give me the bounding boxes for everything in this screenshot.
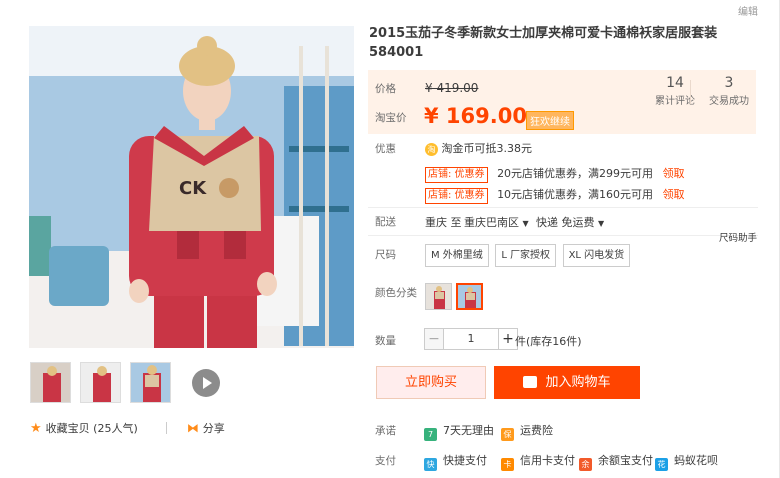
size-helper-link[interactable]: 尺码助手 — [719, 230, 757, 244]
coin-icon: 淘 — [425, 142, 438, 156]
promise-7day-label: 7天无理由 — [443, 424, 494, 437]
destination-value: 重庆巴南区 — [464, 216, 519, 229]
payment-quick: 快快捷支付 — [424, 452, 487, 471]
payment-huabei: 花蚂蚁花呗 — [655, 452, 718, 471]
dropdown-icon: ▼ — [598, 219, 605, 228]
price-box: 价格 ¥ 419.00 淘宝价 ¥ 169.00 狂欢继续 14 累计评论 3 … — [368, 70, 756, 134]
claim-coupon-link[interactable]: 领取 — [663, 188, 685, 201]
payment-credit: 卡信用卡支付 — [501, 452, 575, 471]
stock-text: 件(库存16件) — [515, 335, 582, 348]
dropdown-icon: ▼ — [522, 219, 529, 228]
stat-separator — [690, 80, 691, 104]
thumbnail-strip — [30, 362, 220, 403]
coin-text: 淘金币可抵 — [441, 142, 497, 155]
quantity-label: 数量 — [375, 335, 396, 347]
share-button[interactable]: 分享 — [203, 420, 225, 436]
favorite-share-bar: ★ 收藏宝贝 (25人气) ⧓ 分享 — [30, 420, 225, 436]
shipping-value: 快递 免运费 — [536, 216, 595, 229]
review-count-label: 累计评论 — [655, 96, 695, 107]
payment-yuebao: 余余额宝支付 — [579, 452, 653, 471]
review-count[interactable]: 14 累计评论 — [650, 74, 700, 107]
credit-card-icon: 卡 — [501, 458, 514, 471]
divider — [368, 235, 758, 236]
favorite-label: 收藏宝贝 — [45, 422, 90, 435]
promo-tag: 狂欢继续 — [526, 111, 574, 130]
sales-count-number: 3 — [724, 75, 734, 91]
payment-credit-label: 信用卡支付 — [520, 454, 575, 467]
review-count-number: 14 — [666, 75, 684, 91]
separator — [165, 422, 167, 434]
color-option-selected[interactable] — [456, 283, 483, 310]
play-video-button[interactable] — [192, 368, 220, 397]
quantity-row: 数量 − 1 + 件(库存16件) — [368, 328, 758, 352]
size-row: 尺码 M 外棉里绒 L 厂家授权 XL 闪电发货 — [368, 244, 758, 270]
coupon-tag: 店铺: 优惠券 — [425, 188, 488, 204]
share-icon: ⧓ — [186, 421, 199, 435]
payment-label: 支付 — [375, 455, 396, 467]
sale-price: ¥ 169.00 — [424, 104, 527, 128]
star-icon: ★ — [30, 420, 42, 436]
seven-day-icon: 7 — [424, 428, 437, 441]
color-row: 颜色分类 — [368, 283, 758, 313]
yuebao-icon: 余 — [579, 458, 592, 471]
promise-7day[interactable]: 7 7天无理由 — [424, 422, 494, 441]
product-title: 2015玉茄子冬季新款女士加厚夹棉可爱卡通棉袄家居服套装584001 — [369, 26, 718, 60]
main-product-photo[interactable]: CK — [29, 26, 354, 348]
sales-count: 3 交易成功 — [704, 74, 754, 107]
promise-label: 承诺 — [375, 425, 396, 437]
destination-select[interactable]: 重庆巴南区 ▼ — [464, 214, 529, 230]
color-option[interactable] — [425, 283, 452, 310]
sale-price-label: 淘宝价 — [375, 112, 407, 124]
delivery-from: 重庆 至 — [425, 216, 462, 229]
thumbnail[interactable] — [130, 362, 171, 403]
quick-pay-icon: 快 — [424, 458, 437, 471]
original-price: ¥ 419.00 — [425, 81, 479, 95]
buy-now-button[interactable]: 立即购买 — [376, 366, 486, 399]
thumbnail[interactable] — [30, 362, 71, 403]
cart-icon — [523, 376, 538, 388]
coupon-text: 20元店铺优惠券，满299元可用 — [497, 167, 654, 180]
coin-offer: 淘 淘金币可抵3.38元 — [425, 140, 532, 156]
delivery-label: 配送 — [375, 216, 396, 228]
quantity-stepper: − 1 + — [424, 328, 518, 350]
size-option-m[interactable]: M 外棉里绒 — [425, 244, 489, 267]
payment-huabei-label: 蚂蚁花呗 — [674, 454, 718, 467]
favorite-count: (25人气) — [93, 422, 138, 435]
payment-yuebao-label: 余额宝支付 — [598, 454, 653, 467]
promo-label: 优惠 — [375, 143, 396, 155]
edit-link[interactable]: 编辑 — [738, 3, 758, 18]
shipping-select[interactable]: 快递 免运费 ▼ — [536, 214, 604, 230]
price-label: 价格 — [375, 83, 396, 95]
size-option-l[interactable]: L 厂家授权 — [495, 244, 557, 267]
coupon-tag: 店铺: 优惠券 — [425, 167, 488, 183]
coupon-text: 10元店铺优惠券，满160元可用 — [497, 188, 654, 201]
promise-insurance-label: 运费险 — [520, 424, 553, 437]
size-option-xl[interactable]: XL 闪电发货 — [562, 244, 631, 267]
add-to-cart-button[interactable]: 加入购物车 — [494, 366, 640, 399]
promise-shipping-insurance[interactable]: 保运费险 — [501, 422, 553, 441]
divider — [368, 207, 758, 208]
insurance-icon: 保 — [501, 428, 514, 441]
payment-quick-label: 快捷支付 — [443, 454, 487, 467]
thumbnail[interactable] — [80, 362, 121, 403]
product-page: 编辑 CK ★ 收藏宝贝 (25人气) ⧓ 分享 2015玉茄子冬季新款女士加厚… — [0, 0, 780, 478]
color-label: 颜色分类 — [375, 287, 417, 299]
add-to-cart-label: 加入购物车 — [545, 375, 611, 390]
claim-coupon-link[interactable]: 领取 — [663, 167, 685, 180]
quantity-input[interactable]: 1 — [444, 329, 498, 349]
favorite-button[interactable]: 收藏宝贝 (25人气) — [46, 420, 138, 436]
huabei-icon: 花 — [655, 458, 668, 471]
svg-text:CK: CK — [179, 178, 207, 199]
coin-value: 3.38元 — [496, 142, 533, 155]
sales-count-label: 交易成功 — [709, 96, 749, 107]
decrease-quantity-button[interactable]: − — [425, 329, 444, 349]
size-label: 尺码 — [375, 249, 396, 261]
